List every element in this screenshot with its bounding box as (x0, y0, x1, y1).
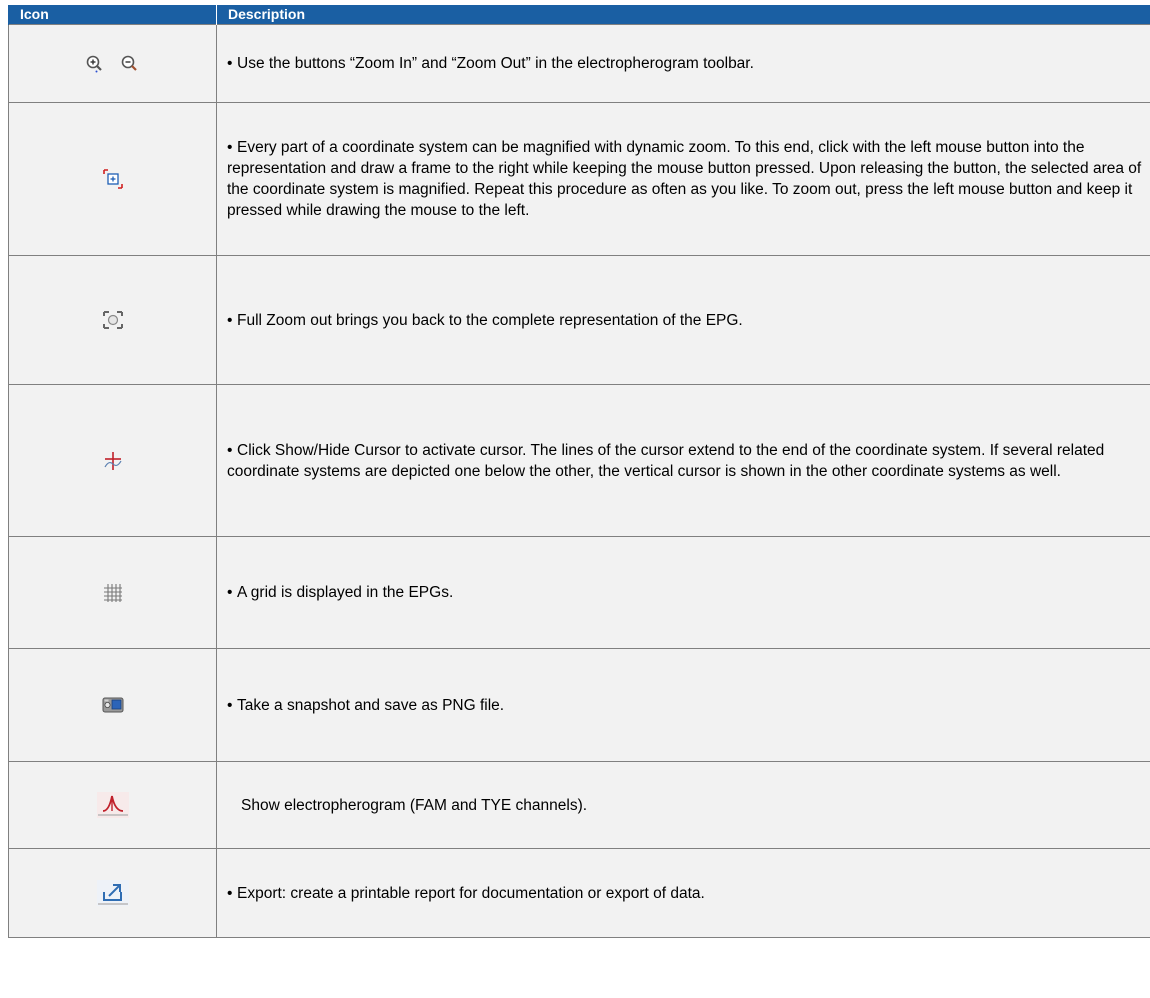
icon-cell (8, 384, 217, 537)
zoom-in-icon[interactable] (85, 54, 105, 74)
description-cell: A grid is displayed in the EPGs. (216, 536, 1150, 649)
description-text: Use the buttons “Zoom In” and “Zoom Out”… (227, 53, 1142, 74)
description-cell: Show electropherogram (FAM and TYE chann… (216, 761, 1150, 849)
table-row: Export: create a printable report for do… (8, 848, 1150, 938)
icon-cell (8, 102, 217, 256)
description-column-header: Description (216, 5, 1150, 25)
description-text: Click Show/Hide Cursor to activate curso… (227, 440, 1142, 482)
description-text: Full Zoom out brings you back to the com… (227, 310, 1142, 331)
toolbar-icon-table: Icon Description • Use the buttons “Zoom… (8, 5, 1150, 938)
icon-cell (8, 24, 217, 103)
icon-cell (8, 848, 217, 938)
export-icon[interactable] (96, 880, 129, 906)
grid-icon[interactable] (103, 583, 123, 603)
table-row: A grid is displayed in the EPGs. (8, 536, 1150, 649)
icon-column-header: Icon (8, 5, 217, 25)
icon-cell (8, 648, 217, 762)
description-cell: Every part of a coordinate system can be… (216, 102, 1150, 256)
table-row: Show electropherogram (FAM and TYE chann… (8, 761, 1150, 849)
description-text: A grid is displayed in the EPGs. (227, 582, 1142, 603)
description-cell: Export: create a printable report for do… (216, 848, 1150, 938)
description-cell: Click Show/Hide Cursor to activate curso… (216, 384, 1150, 537)
description-text: Every part of a coordinate system can be… (227, 137, 1142, 221)
table-row: Click Show/Hide Cursor to activate curso… (8, 384, 1150, 537)
table-row: Full Zoom out brings you back to the com… (8, 255, 1150, 385)
description-text: Take a snapshot and save as PNG file. (227, 695, 1142, 716)
description-text: Show electropherogram (FAM and TYE chann… (241, 796, 588, 814)
zoom-out-icon[interactable] (120, 54, 140, 74)
snapshot-camera-icon[interactable] (102, 696, 124, 714)
electropherogram-icon[interactable] (96, 792, 129, 818)
dynamic-zoom-icon[interactable] (102, 169, 123, 189)
table-row: Take a snapshot and save as PNG file. (8, 648, 1150, 762)
cursor-icon[interactable] (103, 451, 123, 471)
icon-cell (8, 761, 217, 849)
full-zoom-out-icon[interactable] (102, 310, 124, 330)
description-cell: Use the buttons “Zoom In” and “Zoom Out”… (216, 24, 1150, 103)
description-cell: Full Zoom out brings you back to the com… (216, 255, 1150, 385)
table-row: Use the buttons “Zoom In” and “Zoom Out”… (8, 24, 1150, 103)
table-row: Every part of a coordinate system can be… (8, 102, 1150, 256)
description-cell: Take a snapshot and save as PNG file. (216, 648, 1150, 762)
description-text: Export: create a printable report for do… (227, 883, 1142, 904)
icon-cell (8, 536, 217, 649)
icon-cell (8, 255, 217, 385)
table-header-row: Icon Description (8, 5, 1150, 25)
